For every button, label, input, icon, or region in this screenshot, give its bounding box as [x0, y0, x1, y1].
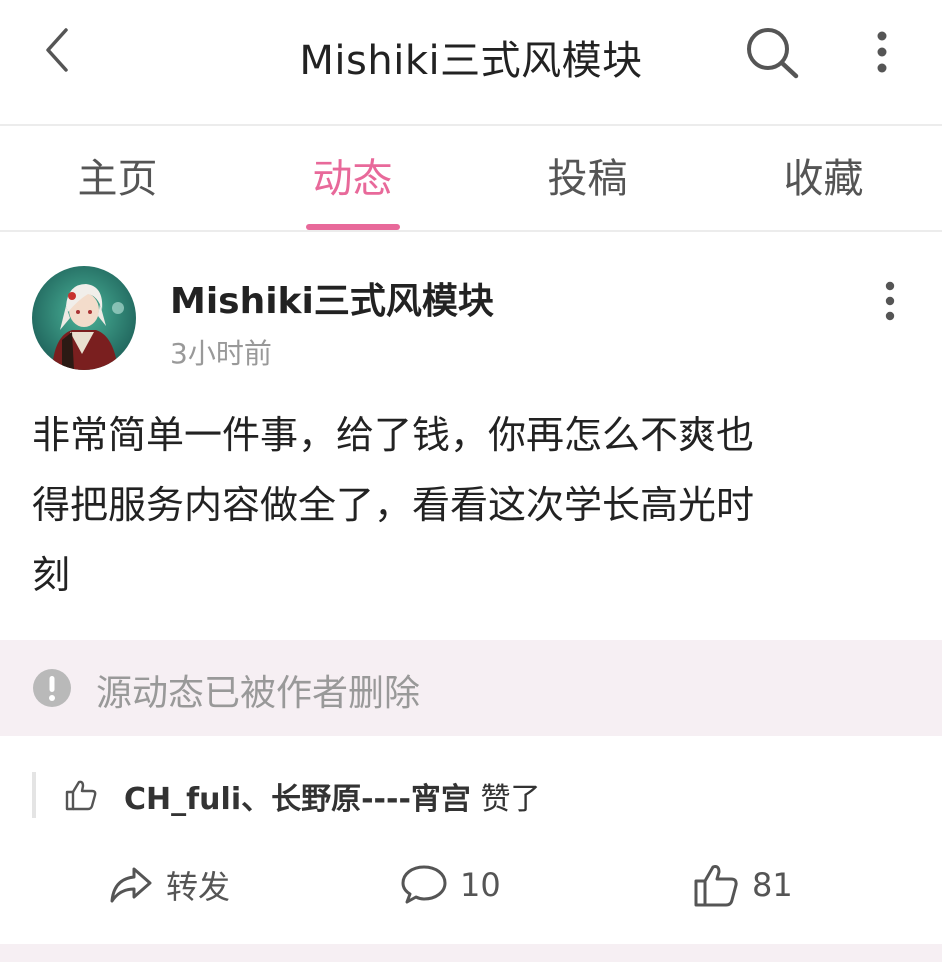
section-separator [0, 944, 942, 962]
deleted-source-notice[interactable]: 源动态已被作者删除 [0, 640, 942, 736]
post-more-button[interactable] [868, 278, 912, 326]
search-icon [747, 28, 799, 79]
top-bar: Mishiki三式风模块 [0, 0, 942, 124]
tab-favorites[interactable]: 收藏 [706, 126, 941, 230]
more-vertical-icon [885, 281, 895, 321]
tab-activity[interactable]: 动态 [235, 126, 470, 230]
comment-button[interactable]: 10 [400, 850, 501, 920]
tab-bar: 主页 动态 投稿 收藏 [0, 126, 942, 230]
avatar[interactable] [32, 266, 136, 370]
like-count: 81 [752, 866, 793, 904]
comment-icon [401, 865, 447, 904]
post-actions: 转发 10 81 [0, 850, 942, 920]
more-vertical-icon [877, 31, 887, 73]
tabs-divider [0, 230, 942, 232]
share-label: 转发 [166, 868, 231, 906]
author-name[interactable]: Mishiki三式风模块 [170, 272, 494, 324]
exclamation-circle-icon [33, 669, 71, 707]
thumbs-up-icon [694, 865, 738, 907]
likes-suffix: 赞了 [470, 782, 541, 817]
tab-home[interactable]: 主页 [0, 126, 235, 230]
tab-submissions[interactable]: 投稿 [470, 126, 705, 230]
like-button[interactable]: 81 [692, 850, 793, 920]
post-body: 非常简单一件事，给了钱，你再怎么不爽也 得把服务内容做全了，看看这次学长高光时 … [32, 400, 902, 610]
likes-summary[interactable]: CH_fuli、长野原----宵宫 赞了 [32, 772, 912, 820]
post-body-line: 非常简单一件事，给了钱，你再怎么不爽也 [32, 413, 755, 457]
share-icon [110, 867, 152, 903]
comment-count: 10 [460, 866, 501, 904]
share-button[interactable]: 转发 [106, 850, 230, 920]
more-options-button[interactable] [860, 26, 904, 78]
liker-names[interactable]: CH_fuli、长野原----宵宫 [124, 782, 471, 817]
thumbs-up-icon [65, 780, 97, 811]
likes-text: CH_fuli、长野原----宵宫 赞了 [124, 774, 540, 818]
post-body-line: 得把服务内容做全了，看看这次学长高光时 [32, 483, 755, 527]
likes-bar [32, 772, 36, 818]
post-time: 3小时前 [170, 337, 272, 370]
search-button[interactable] [740, 20, 804, 84]
deleted-notice-text: 源动态已被作者删除 [96, 673, 421, 714]
avatar-image [32, 266, 136, 370]
post-body-line: 刻 [32, 553, 71, 597]
